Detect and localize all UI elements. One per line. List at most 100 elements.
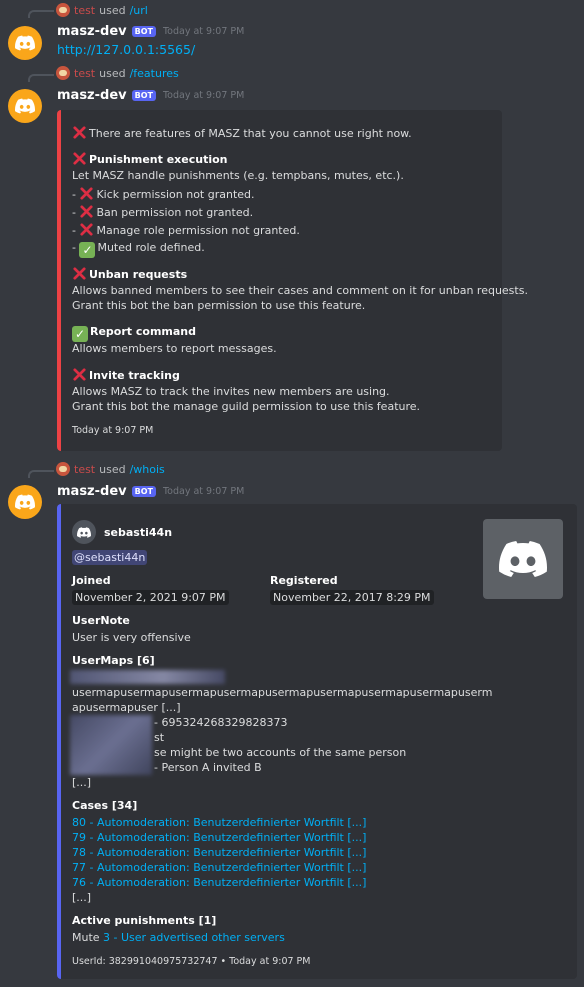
active-punishments-label: Active punishments [1]: [72, 914, 217, 927]
author-name[interactable]: masz-dev: [57, 484, 127, 499]
author-avatar: [72, 520, 96, 544]
punishment-case-link[interactable]: 3 - User advertised other servers: [103, 931, 285, 944]
cases-label: Cases [34]: [72, 799, 138, 812]
check-item: - ✓ Muted role defined.: [72, 241, 205, 258]
reply-connector: [28, 74, 54, 82]
embed-footer: Today at 9:07 PM: [72, 425, 154, 436]
reply-command[interactable]: /whois: [130, 463, 165, 476]
unban-title: Unban requests: [72, 266, 187, 282]
embed-author[interactable]: sebasti44n: [72, 520, 172, 544]
case-link[interactable]: 79 - Automoderation: Benutzerdefinierter…: [72, 830, 366, 845]
red-x-icon: [80, 205, 94, 218]
invite-desc: Grant this bot the manage guild permissi…: [72, 400, 421, 413]
case-link[interactable]: 77 - Automoderation: Benutzerdefinierter…: [72, 860, 366, 875]
discord-logo-icon: [15, 494, 35, 510]
embed-color-bar: [57, 110, 61, 451]
discord-logo-icon: [15, 98, 35, 114]
case-link[interactable]: 76 - Automoderation: Benutzerdefinierter…: [72, 875, 366, 890]
replied-user-name[interactable]: test: [74, 4, 95, 17]
unban-desc: Grant this bot the ban permission to use…: [72, 299, 366, 312]
reply-verb: used: [99, 462, 126, 476]
discord-logo-icon: [77, 526, 91, 538]
invite-desc: Allows MASZ to track the invites new mem…: [72, 385, 390, 398]
user-mention-line: @sebasti44n: [72, 550, 148, 565]
green-check-icon: ✓: [79, 242, 96, 258]
usernote-label: UserNote: [72, 614, 130, 627]
redacted-block: [70, 670, 225, 684]
features-intro: There are features of MASZ that you cann…: [72, 125, 412, 141]
red-x-icon: [80, 187, 94, 200]
message-timestamp[interactable]: Today at 9:07 PM: [163, 26, 244, 37]
user-thumbnail[interactable]: [483, 519, 563, 599]
message-link[interactable]: http://127.0.0.1:5565/: [57, 42, 195, 57]
reply-preview[interactable]: test used /whois: [56, 461, 165, 477]
reply-verb: used: [99, 3, 126, 17]
registered-value-line: November 22, 2017 8:29 PM: [270, 590, 434, 605]
replied-user-name[interactable]: test: [74, 67, 95, 80]
punishment-title-text: Punishment execution: [89, 153, 228, 166]
report-title: ✓ Report command: [72, 324, 196, 342]
punishment-desc: Let MASZ handle punishments (e.g. tempba…: [72, 169, 404, 182]
author-name[interactable]: masz-dev: [57, 88, 127, 103]
replied-user-avatar[interactable]: [56, 3, 70, 17]
reply-connector: [28, 10, 54, 18]
reply-command[interactable]: /features: [130, 67, 179, 80]
reply-command[interactable]: /url: [130, 4, 148, 17]
punishment-title: Punishment execution: [72, 151, 228, 167]
usermaps-line: - 695324268329828373: [154, 716, 288, 729]
check-item: - Ban permission not granted.: [72, 205, 254, 219]
embed-author-name[interactable]: sebasti44n: [104, 525, 172, 540]
report-desc: Allows members to report messages.: [72, 342, 277, 355]
joined-label: Joined: [72, 574, 111, 587]
bot-avatar[interactable]: [8, 26, 42, 60]
check-item-text: Ban permission not granted.: [96, 206, 254, 219]
check-item-text: Muted role defined.: [97, 241, 205, 254]
bot-badge: BOT: [131, 486, 156, 497]
case-link[interactable]: 78 - Automoderation: Benutzerdefinierter…: [72, 845, 366, 860]
usermaps-line: usermapusermapusermapusermapusermapuserm…: [72, 686, 493, 699]
joined-value-line: November 2, 2021 9:07 PM: [72, 590, 229, 605]
unban-desc: Allows banned members to see their cases…: [72, 284, 528, 297]
unban-title-text: Unban requests: [89, 268, 188, 281]
usermaps-label: UserMaps [6]: [72, 654, 155, 667]
usernote-value: User is very offensive: [72, 631, 191, 644]
replied-user-avatar[interactable]: [56, 462, 70, 476]
redacted-block: [70, 715, 152, 775]
discord-logo-icon: [15, 35, 35, 51]
red-x-icon: [73, 126, 86, 139]
replied-user-avatar[interactable]: [56, 66, 70, 80]
check-item-text: Manage role permission not granted.: [96, 224, 300, 237]
red-x-icon: [73, 368, 86, 381]
message-timestamp[interactable]: Today at 9:07 PM: [163, 90, 244, 101]
user-mention[interactable]: @sebasti44n: [72, 550, 148, 565]
registered-value: November 22, 2017 8:29 PM: [270, 590, 434, 605]
report-title-text: Report command: [90, 325, 197, 338]
replied-user-name[interactable]: test: [74, 463, 95, 476]
embed-color-bar: [57, 504, 61, 979]
reply-preview[interactable]: test used /url: [56, 2, 148, 18]
case-link[interactable]: 80 - Automoderation: Benutzerdefinierter…: [72, 815, 366, 830]
message-header: masz-dev BOT Today at 9:07 PM: [57, 88, 244, 103]
red-x-icon: [73, 152, 86, 165]
usermaps-more: [...]: [72, 776, 92, 789]
usermaps-line: - Person A invited B: [154, 761, 262, 774]
check-item: - Kick permission not granted.: [72, 187, 255, 201]
bot-avatar[interactable]: [8, 485, 42, 519]
joined-value: November 2, 2021 9:07 PM: [72, 590, 229, 605]
discord-logo-icon: [499, 541, 547, 577]
embed-footer: UserId: 382991040975732747 • Today at 9:…: [72, 956, 311, 967]
red-x-icon: [73, 267, 86, 280]
reply-verb: used: [99, 66, 126, 80]
usermaps-line: se might be two accounts of the same per…: [154, 746, 407, 759]
bot-avatar[interactable]: [8, 89, 42, 123]
bot-badge: BOT: [131, 26, 156, 37]
usermaps-line: st: [154, 731, 165, 744]
check-item: - Manage role permission not granted.: [72, 223, 300, 237]
message-timestamp[interactable]: Today at 9:07 PM: [163, 486, 244, 497]
reply-preview[interactable]: test used /features: [56, 65, 179, 81]
author-name[interactable]: masz-dev: [57, 24, 127, 39]
punishment-type: Mute: [72, 931, 100, 944]
invite-title: Invite tracking: [72, 367, 180, 383]
green-check-icon: ✓: [72, 326, 88, 342]
active-punishment-item: Mute 3 - User advertised other servers: [72, 930, 285, 945]
